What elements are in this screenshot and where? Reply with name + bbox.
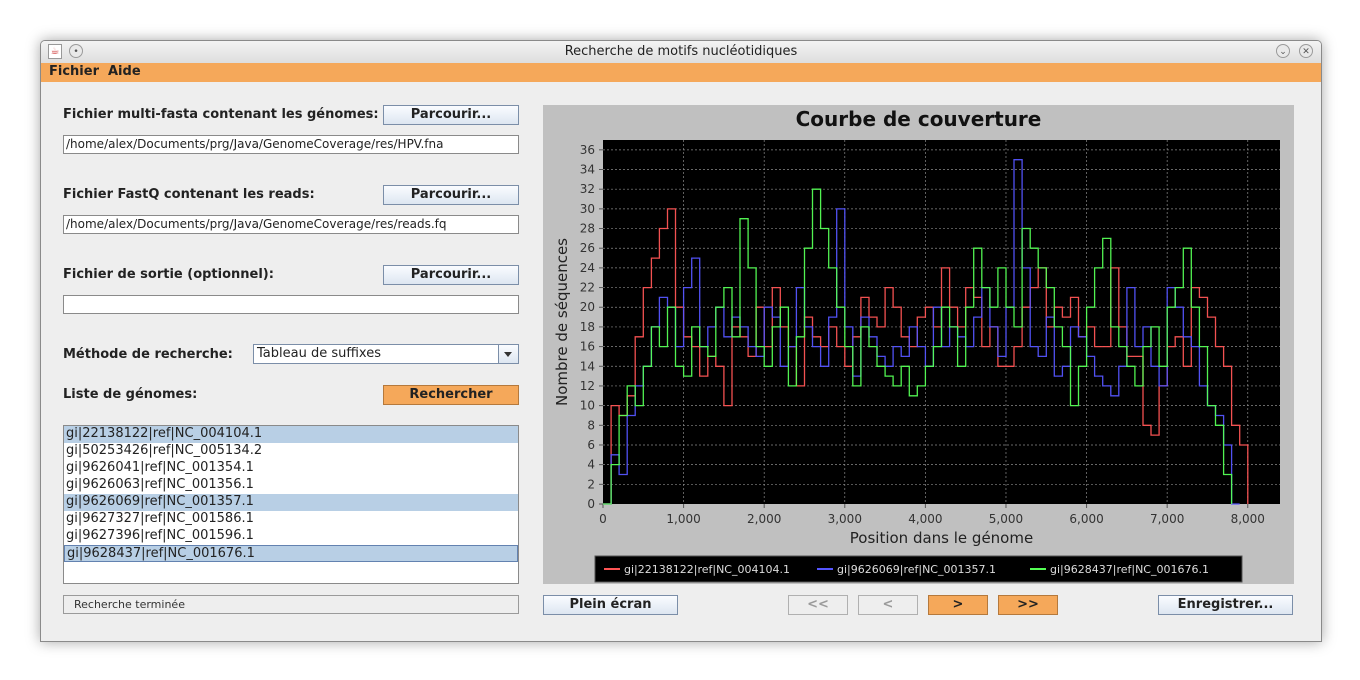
x-axis-label: Position dans le génome — [850, 529, 1033, 547]
reads-file-label: Fichier FastQ contenant les reads: — [63, 187, 315, 202]
close-icon[interactable]: ✕ — [1299, 44, 1313, 58]
y-tick-label: 12 — [580, 379, 595, 393]
genome-list-item[interactable]: gi|22138122|ref|NC_004104.1 — [64, 426, 518, 443]
browse-output-button[interactable]: Parcourir... — [383, 265, 519, 285]
x-tick-label: 6,000 — [1069, 512, 1103, 526]
genome-list-item[interactable]: gi|9626069|ref|NC_001357.1 — [64, 494, 518, 511]
y-tick-label: 34 — [580, 163, 595, 177]
x-tick-label: 4,000 — [908, 512, 942, 526]
y-tick-label: 20 — [580, 300, 595, 314]
genome-list-item[interactable]: gi|9627327|ref|NC_001586.1 — [64, 511, 518, 528]
menu-bar: Fichier Aide — [41, 63, 1321, 82]
genomes-file-label: Fichier multi-fasta contenant les génome… — [63, 107, 379, 122]
browse-genomes-button[interactable]: Parcourir... — [383, 105, 519, 125]
genome-list-label: Liste de génomes: — [63, 387, 198, 402]
y-tick-label: 24 — [580, 261, 595, 275]
genome-list-item[interactable]: gi|9626041|ref|NC_001354.1 — [64, 460, 518, 477]
genome-list-item[interactable]: gi|9627396|ref|NC_001596.1 — [64, 528, 518, 545]
y-axis-label: Nombre de séquences — [553, 238, 571, 406]
next-page-button[interactable]: > — [928, 595, 988, 615]
y-tick-label: 26 — [580, 241, 595, 255]
search-method-select[interactable]: Tableau de suffixes — [253, 344, 519, 364]
genomes-path-field[interactable]: /home/alex/Documents/prg/Java/GenomeCove… — [63, 135, 519, 154]
last-page-button[interactable]: >> — [998, 595, 1058, 615]
coverage-chart-panel: Courbe de couverture 0 2 4 6 8 10 12 14 16 18 20 22… — [543, 105, 1294, 584]
legend-label: gi|22138122|ref|NC_004104.1 — [624, 563, 790, 576]
search-method-label: Méthode de recherche: — [63, 347, 233, 362]
x-tick-label: 0 — [599, 512, 607, 526]
output-file-label: Fichier de sortie (optionnel): — [63, 267, 274, 282]
menu-aide[interactable]: Aide — [108, 64, 141, 79]
menu-fichier[interactable]: Fichier — [49, 64, 99, 79]
y-tick-label: 6 — [587, 438, 595, 452]
genome-list-item[interactable]: gi|9626063|ref|NC_001356.1 — [64, 477, 518, 494]
y-tick-label: 8 — [587, 418, 595, 432]
legend-label: gi|9628437|ref|NC_001676.1 — [1050, 563, 1209, 576]
y-tick-label: 16 — [580, 340, 595, 354]
x-tick-label: 2,000 — [747, 512, 781, 526]
reads-path-field[interactable]: /home/alex/Documents/prg/Java/GenomeCove… — [63, 215, 519, 234]
y-tick-label: 0 — [587, 497, 595, 511]
y-tick-label: 10 — [580, 399, 595, 413]
chevron-down-icon[interactable] — [498, 345, 518, 363]
legend-label: gi|9626069|ref|NC_001357.1 — [837, 563, 996, 576]
search-method-value: Tableau de suffixes — [257, 346, 381, 361]
previous-page-button[interactable]: < — [858, 595, 918, 615]
coverage-chart: 0246810121416182022242628303234360 1,000 2… — [553, 140, 1280, 583]
fullscreen-button[interactable]: Plein écran — [543, 595, 678, 615]
browse-reads-button[interactable]: Parcourir... — [383, 185, 519, 205]
minimize-icon[interactable]: ⌄ — [1276, 44, 1290, 58]
y-tick-label: 2 — [587, 477, 595, 491]
x-tick-label: 5,000 — [989, 512, 1023, 526]
search-button[interactable]: Rechercher — [383, 385, 519, 405]
x-tick-label: 7,000 — [1150, 512, 1184, 526]
y-tick-label: 32 — [580, 182, 595, 196]
y-tick-label: 18 — [580, 320, 595, 334]
y-tick-label: 22 — [580, 281, 595, 295]
window-title: Recherche de motifs nucléotidiques — [564, 44, 798, 59]
x-tick-label: 3,000 — [828, 512, 862, 526]
genome-list[interactable]: gi|22138122|ref|NC_004104.1 gi|50253426|r… — [63, 425, 519, 584]
x-tick-label: 8,000 — [1231, 512, 1265, 526]
app-window: ☕ • Recherche de motifs nucléotidiques ⌄… — [40, 40, 1322, 642]
genome-list-item[interactable]: gi|9628437|ref|NC_001676.1 — [64, 545, 518, 562]
output-path-field[interactable] — [63, 295, 519, 314]
status-bar: Recherche terminée — [63, 595, 519, 614]
y-tick-label: 30 — [580, 202, 595, 216]
y-tick-label: 36 — [580, 143, 595, 157]
save-button[interactable]: Enregistrer... — [1158, 595, 1293, 615]
y-tick-label: 28 — [580, 222, 595, 236]
x-tick-label: 1,000 — [666, 512, 700, 526]
title-bar: ☕ • Recherche de motifs nucléotidiques ⌄… — [41, 41, 1321, 64]
y-tick-label: 4 — [587, 458, 595, 472]
first-page-button[interactable]: << — [788, 595, 848, 615]
genome-list-item[interactable]: gi|50253426|ref|NC_005134.2 — [64, 443, 518, 460]
y-tick-label: 14 — [580, 359, 595, 373]
